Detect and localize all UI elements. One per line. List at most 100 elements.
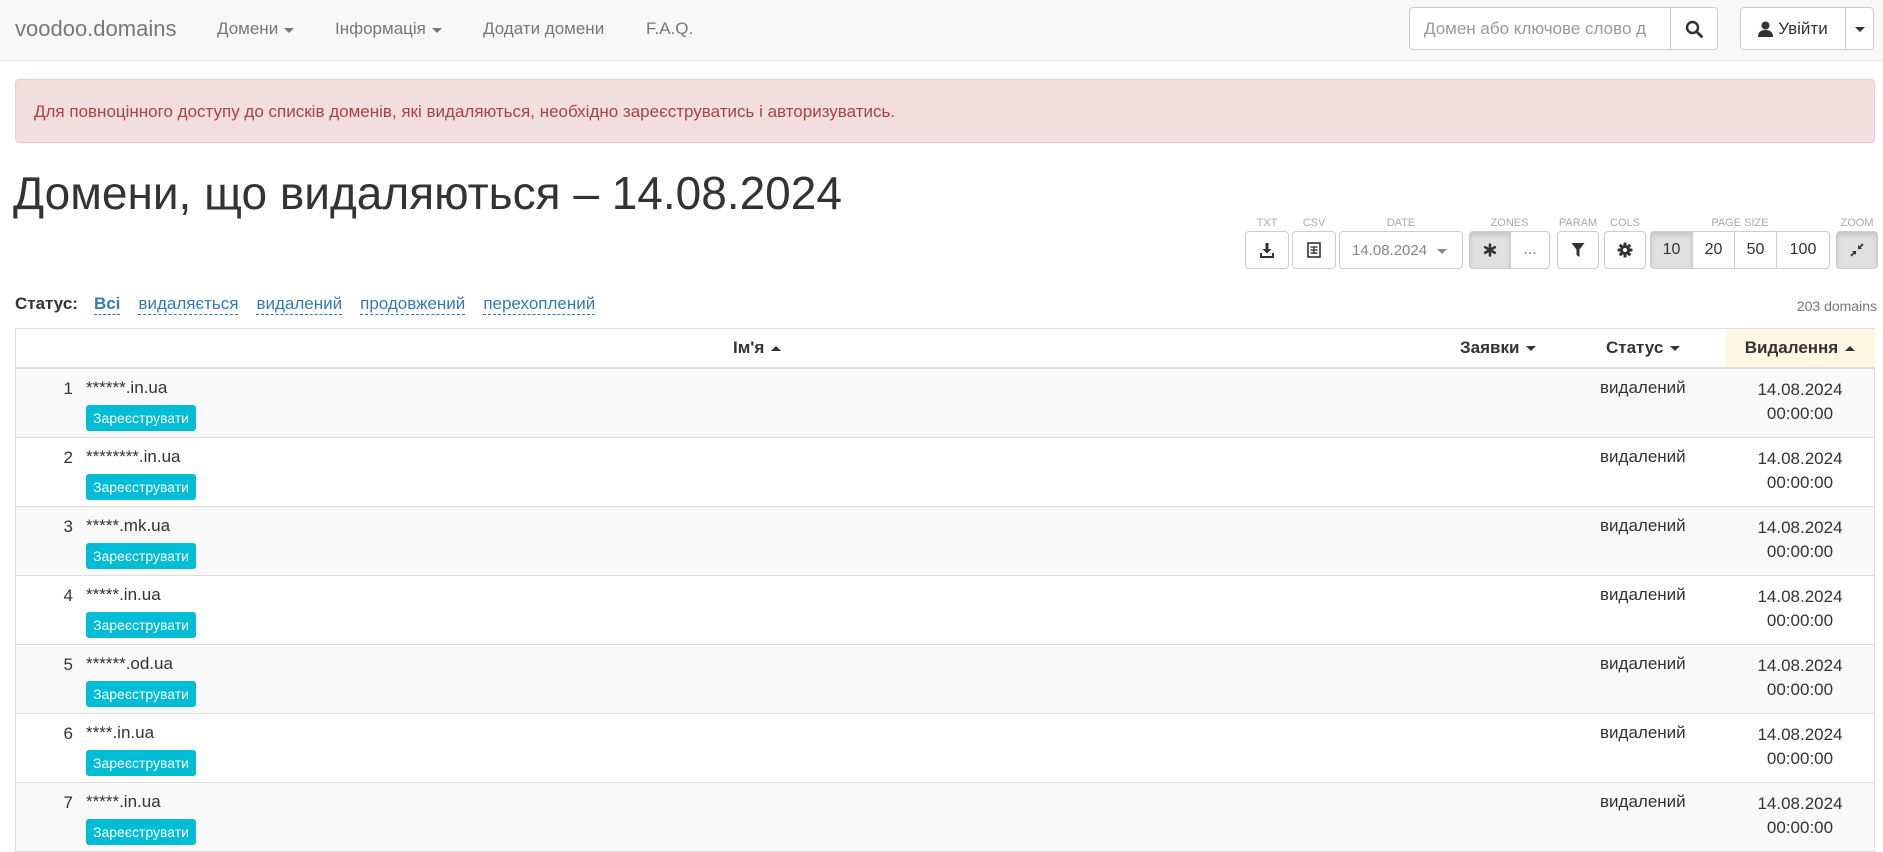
table-row: 6 ****.in.ua Зареєструвати видалений 14.… [16,714,1874,783]
page-size-10[interactable]: 10 [1650,231,1693,269]
domain-count: 203 domains [1796,298,1877,314]
removal-time: 00:00:00 [1766,818,1834,837]
register-button[interactable]: Зареєструвати [86,681,196,707]
download-icon [1260,243,1274,258]
status-filter: Статус: Всі видаляється видалений продов… [15,294,596,315]
zones-label: ZONES [1490,217,1529,229]
domain-name[interactable]: ******.od.ua [86,654,173,674]
nav-information-label: Інформація [335,19,426,38]
col-status-header[interactable]: Статус [1606,329,1681,367]
col-bids-header[interactable]: Заявки [1460,329,1537,367]
login-dropdown-toggle[interactable] [1845,7,1874,50]
compress-icon [1850,243,1864,257]
login-button[interactable]: Увійти [1740,7,1846,50]
domain-status: видалений [1600,516,1686,535]
removal-datetime: 14.08.2024 00:00:00 [1725,585,1875,633]
domain-name[interactable]: *****.in.ua [86,792,161,812]
csv-label: CSV [1302,217,1326,229]
removal-date: 14.08.2024 [1757,725,1843,744]
domain-name[interactable]: *****.mk.ua [86,516,170,536]
register-button[interactable]: Зареєструвати [86,612,196,638]
caret-down-icon [1854,27,1865,32]
removal-date: 14.08.2024 [1757,656,1843,675]
table-body: 1 ******.in.ua Зареєструвати видалений 1… [16,369,1874,852]
col-name-label: Ім'я [733,338,765,357]
domain-name[interactable]: ******.in.ua [86,378,167,398]
asterisk-icon [1483,243,1497,257]
download-csv-button[interactable] [1292,231,1336,269]
download-txt-button[interactable] [1245,231,1289,269]
login-label: Увійти [1778,18,1828,38]
search-input[interactable] [1409,7,1671,50]
row-number: 7 [63,793,73,812]
removal-datetime: 14.08.2024 00:00:00 [1725,516,1875,564]
register-button[interactable]: Зареєструвати [86,750,196,776]
domain-status: видалений [1600,447,1686,466]
access-alert: Для повноцінного доступу до списків доме… [15,79,1875,143]
register-button[interactable]: Зареєструвати [86,474,196,500]
filter-deleting[interactable]: видаляється [138,294,239,315]
nav-add-domains-label: Додати домени [483,19,605,38]
register-button[interactable]: Зареєструвати [86,405,196,431]
filter-param-button[interactable] [1557,231,1599,269]
table-row: 1 ******.in.ua Зареєструвати видалений 1… [16,369,1874,438]
domain-status: видалений [1600,378,1686,397]
page-title: Домени, що видаляються – 14.08.2024 [13,167,842,219]
nav-faq[interactable]: F.A.Q. [646,19,693,39]
removal-time: 00:00:00 [1766,473,1834,492]
sort-desc-icon [1670,345,1681,351]
col-removal-header[interactable]: Видалення [1725,329,1875,367]
search-button[interactable] [1670,7,1718,50]
sort-asc-icon [1845,345,1856,351]
page-size-label: PAGE SIZE [1711,217,1769,229]
register-button[interactable]: Зареєструвати [86,819,196,845]
zoom-toggle-button[interactable] [1836,231,1878,269]
removal-date: 14.08.2024 [1757,587,1843,606]
param-label: PARAM [1558,217,1598,229]
filter-deleted[interactable]: видалений [256,294,343,315]
row-number: 3 [63,517,73,536]
removal-time: 00:00:00 [1766,680,1834,699]
removal-time: 00:00:00 [1766,749,1834,768]
gear-icon [1617,242,1633,258]
nav-information[interactable]: Інформація [335,19,442,39]
caret-down-icon [284,27,295,33]
col-name-header[interactable]: Ім'я [733,329,782,367]
filter-intercepted[interactable]: перехоплений [483,294,596,315]
removal-datetime: 14.08.2024 00:00:00 [1725,378,1875,426]
search-icon [1685,20,1703,38]
caret-down-icon [431,27,442,33]
domain-status: видалений [1600,585,1686,604]
removal-date: 14.08.2024 [1757,794,1843,813]
page-size-50[interactable]: 50 [1734,231,1777,269]
nav-domains-label: Домени [217,19,279,38]
table-header: Ім'я Заявки Статус Видалення [16,329,1875,369]
zones-all-button[interactable] [1469,231,1511,269]
table-row: 5 ******.od.ua Зареєструвати видалений 1… [16,645,1874,714]
sort-asc-icon [771,345,782,351]
zones-more-button[interactable]: ... [1510,231,1550,269]
date-select[interactable]: 14.08.2024 [1339,231,1463,269]
row-number: 2 [63,448,73,467]
removal-datetime: 14.08.2024 00:00:00 [1725,654,1875,702]
removal-datetime: 14.08.2024 00:00:00 [1725,792,1875,840]
page-size-100[interactable]: 100 [1776,231,1830,269]
register-button[interactable]: Зареєструвати [86,543,196,569]
date-value: 14.08.2024 [1352,241,1428,259]
removal-datetime: 14.08.2024 00:00:00 [1725,723,1875,771]
caret-down-icon [1437,248,1448,254]
nav-domains[interactable]: Домени [217,19,295,39]
nav-add-domains[interactable]: Додати домени [483,19,604,39]
domain-name[interactable]: ********.in.ua [86,447,181,467]
filter-all[interactable]: Всі [93,294,121,315]
brand-logo[interactable]: voodoo.domains [15,16,176,42]
domain-name[interactable]: ****.in.ua [86,723,154,743]
domain-name[interactable]: *****.in.ua [86,585,161,605]
row-number: 1 [63,379,73,398]
page-size-20[interactable]: 20 [1692,231,1735,269]
domains-table: Ім'я Заявки Статус Видалення 1 ******.in… [15,328,1875,852]
removal-datetime: 14.08.2024 00:00:00 [1725,447,1875,495]
user-icon [1758,21,1774,37]
filter-renewed[interactable]: продовжений [360,294,466,315]
columns-settings-button[interactable] [1604,231,1646,269]
